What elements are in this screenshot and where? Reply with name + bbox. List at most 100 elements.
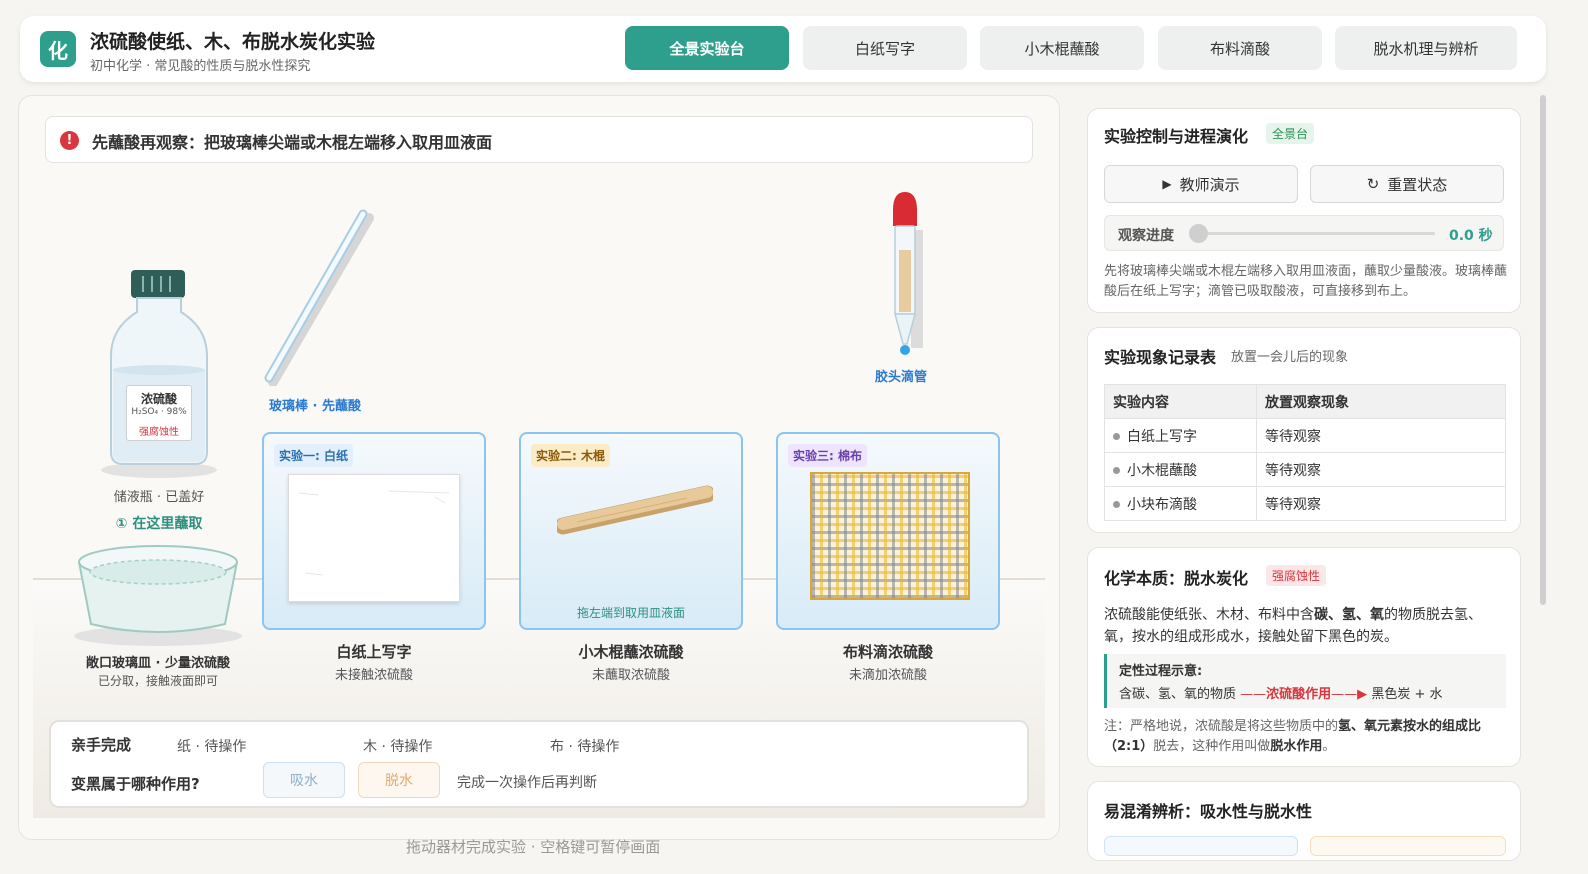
record-item-text: 小木棍蘸酸 xyxy=(1127,462,1197,479)
record-col-item: 实验内容 xyxy=(1104,384,1257,419)
bottle-label-name: 浓硫酸 xyxy=(140,392,177,406)
reset-button[interactable]: ↻ 重置状态 xyxy=(1310,165,1504,203)
essence-desc-part: 浓硫酸能使纸张、木材、布料中含 xyxy=(1104,607,1314,623)
choice-absorb-button[interactable]: 吸水 xyxy=(263,762,345,798)
question-label: 变黑属于哪种作用? xyxy=(71,775,200,793)
dip-here-hint: ① 在这里蘸取 xyxy=(115,516,203,532)
tab-overview[interactable]: 全景实验台 xyxy=(625,26,789,70)
dehydrate-compare-box xyxy=(1310,836,1506,856)
status-cloth: 布 · 待操作 xyxy=(550,739,620,755)
record-table-header: 实验内容 放置观察现象 xyxy=(1104,384,1506,419)
card-status-cloth: 未滴加浓硫酸 xyxy=(848,668,927,683)
record-title: 实验现象记录表 xyxy=(1104,348,1217,367)
dish-subcaption: 已分取，接触液面即可 xyxy=(97,674,218,688)
dish-caption: 敞口玻璃皿 · 少量浓硫酸 xyxy=(86,656,230,671)
record-item: 白纸上写字 xyxy=(1104,418,1257,453)
tab-mechanism[interactable]: 脱水机理与辨析 xyxy=(1335,26,1517,70)
essence-title: 化学本质：脱水炭化 xyxy=(1104,569,1249,588)
app-subtitle: 初中化学 · 常见酸的性质与脱水性探究 xyxy=(90,59,311,74)
lab-bench-panel: ! 先蘸酸再观察：把玻璃棒尖端或木棍左端移入取用皿液面 浓硫酸 H₂SO₄ · … xyxy=(18,95,1060,840)
app-logo: 化 xyxy=(40,31,76,67)
choice-hint: 完成一次操作后再判断 xyxy=(457,775,597,791)
record-item: 小块布滴酸 xyxy=(1104,486,1257,521)
app-title: 浓硫酸使纸、木、布脱水炭化实验 xyxy=(90,31,376,53)
acid-bottle[interactable] xyxy=(97,266,221,478)
control-title: 实验控制与进程演化 xyxy=(1104,127,1249,146)
card-tag-wood: 实验二: 木棍 xyxy=(531,444,610,467)
record-subtitle: 放置一会儿后的现象 xyxy=(1231,350,1349,365)
card-status-paper: 未接触浓硫酸 xyxy=(334,668,413,683)
footer-hint: 拖动器材完成实验 · 空格键可暂停画面 xyxy=(406,838,661,856)
acid-dish[interactable] xyxy=(71,540,245,648)
alert-text: 先蘸酸再观察：把玻璃棒尖端或木棍左端移入取用皿液面 xyxy=(92,133,493,152)
essence-desc-bold: 碳、氢、氧 xyxy=(1314,607,1384,623)
process-line: 含碳、氢、氧的物质 ——浓硫酸作用——▶ 黑色炭 + 水 xyxy=(1119,683,1442,702)
record-item-text: 小块布滴酸 xyxy=(1127,496,1197,513)
cotton-cloth[interactable] xyxy=(810,472,970,600)
progress-label: 观察进度 xyxy=(1118,228,1174,244)
process-box: 定性过程示意: 含碳、氢、氧的物质 ——浓硫酸作用——▶ 黑色炭 + 水 xyxy=(1104,654,1506,708)
white-paper[interactable] xyxy=(288,474,460,602)
hands-on-bar: 亲手完成 纸 · 待操作 木 · 待操作 布 · 待操作 变黑属于哪种作用? 吸… xyxy=(49,720,1029,808)
record-result: 等待观察 xyxy=(1256,418,1506,453)
hands-on-label: 亲手完成 xyxy=(71,736,132,754)
record-item-text: 白纸上写字 xyxy=(1127,428,1197,445)
dropper-caption: 胶头滴管 xyxy=(875,370,928,385)
bullet-dot-icon xyxy=(1113,501,1120,508)
essence-note: 注：严格地说，浓硫酸是将这些物质中的氢、氧元素按水的组成比（2:1）脱去，这种作… xyxy=(1104,717,1508,757)
bottle-label: 浓硫酸 H₂SO₄ · 98% 强腐蚀性 xyxy=(126,385,192,441)
control-badge: 全景台 xyxy=(1266,123,1315,144)
table-row: 白纸上写字 等待观察 xyxy=(1104,418,1506,453)
dropper[interactable] xyxy=(887,192,931,362)
status-paper: 纸 · 待操作 xyxy=(177,739,247,755)
control-card: 实验控制与进程演化 全景台 ▶ 教师演示 ↻ 重置状态 观察进度 0.0 秒 先将玻… xyxy=(1087,108,1521,313)
absorb-compare-box xyxy=(1104,836,1298,856)
process-from: 含碳、氢、氧的物质 xyxy=(1119,687,1237,702)
reset-label: 重置状态 xyxy=(1387,175,1448,194)
teacher-demo-button[interactable]: ▶ 教师演示 xyxy=(1104,165,1298,203)
table-row: 小木棍蘸酸 等待观察 xyxy=(1104,452,1506,487)
tab-cloth-drop[interactable]: 布料滴酸 xyxy=(1158,26,1322,70)
tab-paper-writing[interactable]: 白纸写字 xyxy=(803,26,967,70)
progress-slider-thumb[interactable] xyxy=(1189,224,1208,243)
confuse-title: 易混淆辨析：吸水性与脱水性 xyxy=(1104,802,1313,821)
right-panel-scrollbar[interactable] xyxy=(1540,95,1546,605)
bullet-dot-icon xyxy=(1113,467,1120,474)
experiment-card-cloth[interactable]: 实验三: 棉布 xyxy=(776,432,1000,630)
essence-badge: 强腐蚀性 xyxy=(1266,565,1327,586)
glass-rod[interactable] xyxy=(259,206,377,387)
note-part: 脱去，这种作用叫做 xyxy=(1153,739,1271,754)
record-col-result: 放置观察现象 xyxy=(1256,384,1506,419)
bottle-label-warning: 强腐蚀性 xyxy=(139,427,179,438)
note-part: 注：严格地说，浓硫酸是将这些物质中的 xyxy=(1104,719,1339,734)
record-item: 小木棍蘸酸 xyxy=(1104,452,1257,487)
record-card: 实验现象记录表 放置一会儿后的现象 实验内容 放置观察现象 白纸上写字 等待观察… xyxy=(1087,327,1521,533)
essence-description: 浓硫酸能使纸张、木材、布料中含碳、氢、氧的物质脱去氢、氧，按水的组成形成水，接触… xyxy=(1104,604,1508,648)
alert-banner: ! 先蘸酸再观察：把玻璃棒尖端或木棍左端移入取用皿液面 xyxy=(45,116,1033,163)
experiment-card-paper[interactable]: 实验一: 白纸 xyxy=(262,432,486,630)
card-title-cloth: 布料滴浓硫酸 xyxy=(842,643,933,661)
process-arrow: ——浓硫酸作用——▶ xyxy=(1240,687,1368,702)
card-tag-paper: 实验一: 白纸 xyxy=(274,444,353,467)
app-header: 化 浓硫酸使纸、木、布脱水炭化实验 初中化学 · 常见酸的性质与脱水性探究 全景… xyxy=(20,16,1546,82)
table-row: 小块布滴酸 等待观察 xyxy=(1104,486,1506,521)
control-description: 先将玻璃棒尖端或木棍左端移入取用皿液面，蘸取少量酸液。玻璃棒蘸酸后在纸上写字；滴… xyxy=(1104,264,1508,299)
choice-dehydrate-button[interactable]: 脱水 xyxy=(358,762,440,798)
bullet-dot-icon xyxy=(1113,433,1120,440)
process-agent: 浓硫酸作用 xyxy=(1266,687,1332,702)
status-wood: 木 · 待操作 xyxy=(363,739,433,755)
experiment-card-wood[interactable]: 实验二: 木棍 拖左端到取用皿液面 xyxy=(519,432,743,630)
progress-row: 观察进度 0.0 秒 xyxy=(1104,215,1504,251)
wood-drag-hint: 拖左端到取用皿液面 xyxy=(576,606,685,620)
note-part: 。 xyxy=(1322,739,1336,754)
process-title: 定性过程示意: xyxy=(1119,664,1203,679)
note-bold: 脱水作用 xyxy=(1270,739,1323,754)
essence-card: 化学本质：脱水炭化 强腐蚀性 浓硫酸能使纸张、木材、布料中含碳、氢、氧的物质脱去… xyxy=(1087,547,1521,767)
tab-wood-stick[interactable]: 小木棍蘸酸 xyxy=(980,26,1144,70)
card-title-paper: 白纸上写字 xyxy=(336,643,412,661)
exclamation-icon: ! xyxy=(60,131,79,150)
bottle-label-formula: H₂SO₄ · 98% xyxy=(131,407,187,417)
record-result: 等待观察 xyxy=(1256,486,1506,521)
teacher-demo-label: 教师演示 xyxy=(1179,175,1240,194)
wood-stick[interactable] xyxy=(554,482,716,538)
